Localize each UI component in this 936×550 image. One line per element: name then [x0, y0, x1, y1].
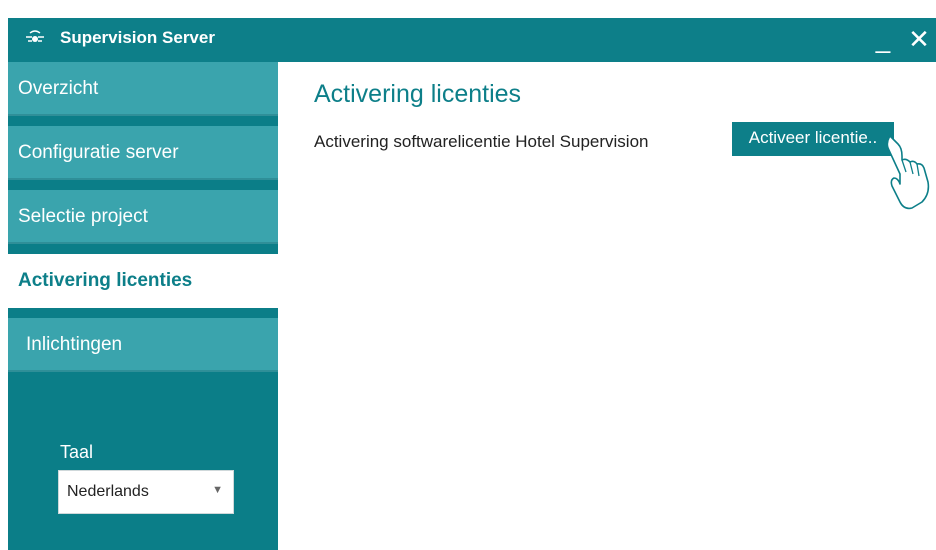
title-bar[interactable]: Supervision Server _ ✕ — [8, 18, 936, 62]
sidebar-item-label: Activering licenties — [18, 270, 193, 291]
sidebar-item-inlichtingen[interactable]: Inlichtingen — [8, 318, 278, 372]
sidebar: Overzicht Configuratie server Selectie p… — [8, 62, 278, 550]
chevron-down-icon: ▼ — [212, 484, 223, 496]
license-description: Activering softwarelicentie Hotel Superv… — [314, 132, 649, 151]
app-window: Supervision Server _ ✕ Overzicht Configu… — [8, 18, 936, 550]
main-content: Activering licenties Activering software… — [278, 62, 936, 550]
language-value: Nederlands — [67, 483, 149, 500]
minimize-icon: _ — [875, 24, 891, 54]
server-connection-icon — [26, 30, 44, 42]
minimize-button[interactable]: _ — [868, 23, 898, 55]
sidebar-item-label: Inlichtingen — [26, 334, 123, 355]
page-title: Activering licenties — [314, 80, 522, 108]
sidebar-item-overzicht[interactable]: Overzicht — [8, 62, 278, 116]
sidebar-item-activering-licenties[interactable]: Activering licenties — [8, 254, 278, 308]
activate-license-button[interactable]: Activeer licentie.. — [732, 122, 894, 156]
hand-pointer-icon — [886, 135, 930, 210]
close-button[interactable]: ✕ — [904, 23, 934, 55]
language-label: Taal — [60, 442, 94, 462]
sidebar-item-selectie-project[interactable]: Selectie project — [8, 190, 278, 244]
sidebar-item-label: Overzicht — [18, 78, 99, 99]
window-title: Supervision Server — [60, 28, 215, 47]
sidebar-item-label: Configuratie server — [18, 142, 179, 163]
sidebar-item-configuratie-server[interactable]: Configuratie server — [8, 126, 278, 180]
close-icon: ✕ — [908, 24, 930, 54]
language-select[interactable]: Nederlands ▼ — [58, 470, 234, 514]
sidebar-item-label: Selectie project — [18, 206, 148, 227]
